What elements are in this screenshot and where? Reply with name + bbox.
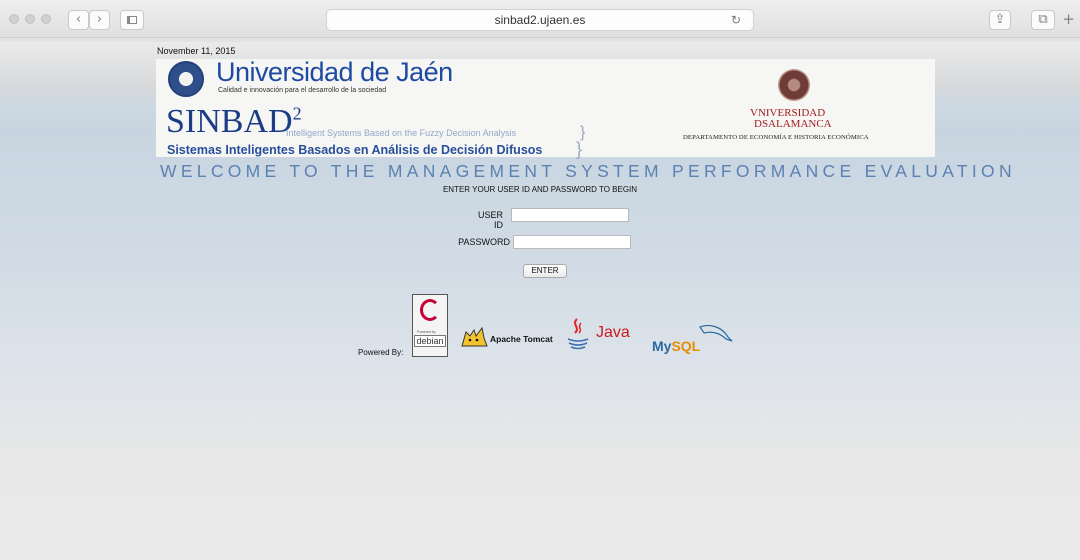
mysql-sql: SQL (671, 338, 701, 354)
mysql-logo: MySQL (652, 338, 700, 354)
university-name: Universidad de Jaén (216, 57, 453, 87)
welcome-title: WELCOME TO THE MANAGEMENT SYSTEM PERFORM… (160, 161, 1016, 181)
java-cup-icon (567, 318, 589, 350)
sidebar-icon (127, 16, 137, 24)
apache-tomcat-label: Apache Tomcat (490, 334, 553, 344)
address-bar[interactable]: sinbad2.ujaen.es ↻ (326, 9, 754, 31)
close-window-icon[interactable] (9, 14, 19, 24)
mysql-my: My (652, 338, 672, 354)
header-banner: Universidad de Jaén Calidad e innovación… (156, 57, 935, 159)
tab-overview-button[interactable]: ⧉ (1031, 10, 1055, 30)
salamanca-department: DEPARTAMENTO DE ECONOMÍA E HISTORIA ECON… (683, 134, 869, 141)
new-tab-button[interactable]: + (1059, 10, 1078, 30)
debian-powered-small: Powered by (417, 330, 436, 334)
sinbad-title: SINBAD (166, 103, 293, 140)
universidad-jaen-seal-icon (168, 61, 204, 97)
login-instructions: ENTER YOUR USER ID AND PASSWORD TO BEGIN (442, 185, 638, 194)
debian-name: debian (414, 335, 446, 347)
minimize-window-icon[interactable] (25, 14, 35, 24)
current-date: November 11, 2015 (157, 46, 236, 56)
universidad-salamanca-seal-icon (778, 69, 810, 101)
sinbad-logo: SINBAD2 (166, 103, 302, 141)
university-tagline: Calidad e innovación para el desarrollo … (218, 87, 387, 94)
user-id-label: USER ID (477, 210, 503, 230)
reload-icon[interactable]: ↻ (731, 10, 741, 30)
sinbad-english-subtitle: Intelligent Systems Based on the Fuzzy D… (286, 128, 517, 138)
forward-button[interactable]: › (89, 10, 110, 30)
java-label: Java (596, 324, 630, 341)
browser-toolbar: ‹ › sinbad2.ujaen.es ↻ ⇪ ⧉ + (0, 0, 1080, 38)
debian-swirl-icon (420, 299, 440, 321)
debian-logo: Powered by debian (412, 294, 448, 357)
share-button[interactable]: ⇪ (989, 10, 1011, 30)
mysql-dolphin-icon (699, 324, 733, 342)
url-text: sinbad2.ujaen.es (494, 13, 586, 27)
enter-button[interactable]: ENTER (523, 264, 567, 278)
powered-by-label: Powered By: (358, 348, 404, 357)
sinbad-superscript: 2 (292, 103, 302, 124)
back-button[interactable]: ‹ (68, 10, 89, 30)
sinbad-spanish-subtitle: Sistemas Inteligentes Basados en Análisi… (167, 143, 543, 157)
password-label: PASSWORD (458, 237, 510, 247)
brace-icon: } (576, 139, 583, 159)
password-input[interactable] (513, 235, 631, 249)
page-content: November 11, 2015 Universidad de Jaén Ca… (0, 38, 1080, 560)
salamanca-name-line2: DSALAMANCA (754, 118, 832, 130)
user-id-input[interactable] (511, 208, 629, 222)
sidebar-button[interactable] (120, 10, 144, 30)
zoom-window-icon[interactable] (41, 14, 51, 24)
tomcat-cat-icon (461, 326, 488, 347)
